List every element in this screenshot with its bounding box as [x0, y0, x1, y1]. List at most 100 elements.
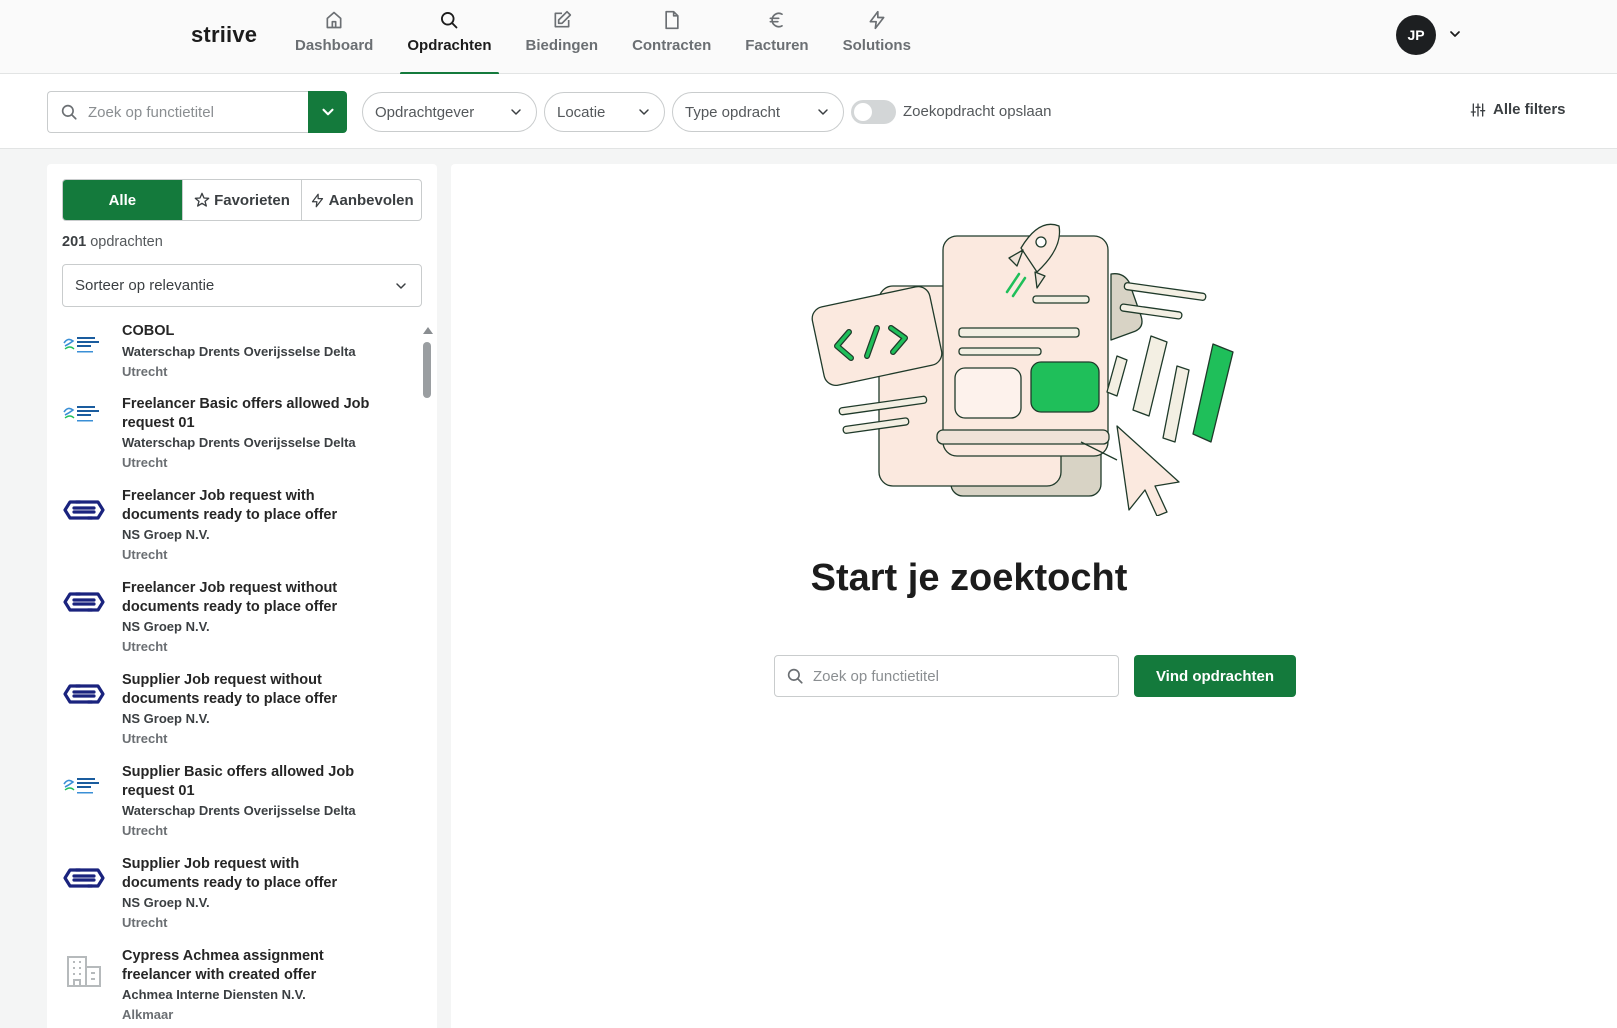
nav-label: Contracten — [632, 37, 712, 54]
locatie-filter[interactable]: Locatie — [544, 92, 665, 132]
item-client: NS Groep N.V. — [122, 527, 210, 542]
results-panel: Alle Favorieten Aanbevolen 201 opdrachte… — [47, 164, 437, 1028]
search-dropdown-button[interactable] — [308, 91, 347, 133]
nav-label: Opdrachten — [407, 37, 492, 54]
result-count-suffix: opdrachten — [86, 234, 163, 250]
nav-contracten[interactable]: Contracten — [615, 0, 728, 74]
result-count-number: 201 — [62, 234, 87, 250]
star-icon — [194, 192, 210, 207]
item-client: Waterschap Drents Overijsselse Delta — [122, 435, 356, 450]
tab-aanbevolen[interactable]: Aanbevolen — [302, 180, 421, 220]
type-opdracht-label: Type opdracht — [685, 103, 781, 121]
results-list: COBOL Waterschap Drents Overijsselse Del… — [47, 322, 437, 1028]
all-filters-button[interactable]: Alle filters — [1470, 101, 1566, 118]
list-tabs: Alle Favorieten Aanbevolen — [62, 179, 422, 221]
item-location: Utrecht — [122, 915, 168, 930]
item-title: Freelancer Job request without documents… — [122, 580, 338, 615]
scroll-up-arrow[interactable] — [423, 327, 433, 334]
item-location: Utrecht — [122, 639, 168, 654]
wdod-logo — [62, 330, 106, 360]
opdrachtgever-label: Opdrachtgever — [375, 103, 475, 121]
locatie-label: Locatie — [557, 103, 606, 121]
tab-alle[interactable]: Alle — [63, 180, 183, 220]
chevron-down-icon[interactable] — [1447, 26, 1463, 42]
item-location: Utrecht — [122, 364, 168, 379]
page-title: Start je zoektocht — [810, 557, 1128, 599]
edit-icon — [551, 9, 573, 31]
nav-dashboard[interactable]: Dashboard — [278, 0, 390, 74]
search-illustration — [811, 223, 1234, 516]
ns-logo — [62, 587, 106, 617]
sort-select[interactable]: Sorteer op relevantie — [62, 264, 422, 307]
chevron-down-icon — [396, 282, 406, 289]
list-item[interactable]: Freelancer Job request without documents… — [47, 579, 437, 671]
item-title: Cypress Achmea assignment freelancer wit… — [122, 948, 324, 983]
opdrachtgever-filter[interactable]: Opdrachtgever — [362, 92, 537, 132]
search-icon — [438, 9, 460, 31]
list-item[interactable]: COBOL Waterschap Drents Overijsselse Del… — [47, 322, 437, 395]
item-location: Alkmaar — [122, 1007, 174, 1022]
item-client: Waterschap Drents Overijsselse Delta — [122, 344, 356, 359]
chevron-down-icon — [511, 109, 521, 115]
search-icon — [786, 667, 804, 685]
wdod-logo — [62, 771, 106, 801]
nav-solutions[interactable]: Solutions — [826, 0, 928, 74]
item-client: NS Groep N.V. — [122, 711, 210, 726]
main-nav: Dashboard Opdrachten Biedingen Contracte… — [278, 0, 928, 75]
main-search-input[interactable] — [813, 667, 1103, 685]
list-item[interactable]: Supplier Job request without documents r… — [47, 671, 437, 763]
item-title: Supplier Job request with documents read… — [122, 856, 338, 891]
euro-icon — [766, 9, 788, 31]
nav-label: Dashboard — [295, 37, 374, 54]
item-client: NS Groep N.V. — [122, 619, 210, 634]
item-title: Freelancer Basic offers allowed Job requ… — [122, 396, 370, 431]
nav-biedingen[interactable]: Biedingen — [509, 0, 616, 74]
find-assignments-button[interactable]: Vind opdrachten — [1134, 655, 1296, 697]
item-client: Achmea Interne Diensten N.V. — [122, 987, 306, 1002]
bolt-icon — [866, 9, 888, 31]
tab-label: Aanbevolen — [328, 191, 414, 209]
item-location: Utrecht — [122, 455, 168, 470]
item-title: COBOL — [122, 323, 175, 339]
top-navigation: striive Dashboard Opdrachten Biedingen C… — [0, 0, 1617, 75]
results-scrollbar[interactable] — [422, 327, 433, 1028]
item-location: Utrecht — [122, 731, 168, 746]
user-avatar[interactable]: JP — [1396, 15, 1436, 55]
type-opdracht-filter[interactable]: Type opdracht — [672, 92, 844, 132]
list-item[interactable]: Supplier Job request with documents read… — [47, 855, 437, 947]
filter-bar: Opdrachtgever Locatie Type opdracht Zoek… — [0, 74, 1617, 149]
tab-label: Favorieten — [214, 191, 290, 209]
nav-facturen[interactable]: Facturen — [728, 0, 825, 74]
nav-opdrachten[interactable]: Opdrachten — [390, 0, 508, 75]
ns-logo — [62, 495, 106, 525]
search-icon — [60, 103, 78, 121]
item-title: Freelancer Job request with documents re… — [122, 488, 338, 523]
document-icon — [661, 9, 683, 31]
title-search-field[interactable] — [47, 91, 309, 133]
sliders-icon — [1470, 102, 1486, 117]
main-search-field[interactable] — [774, 655, 1119, 697]
chevron-down-icon — [321, 108, 334, 116]
save-search-toggle[interactable] — [851, 100, 896, 124]
chevron-down-icon — [818, 109, 828, 115]
chevron-down-icon — [639, 109, 649, 115]
list-item[interactable]: Supplier Basic offers allowed Job reques… — [47, 763, 437, 855]
item-location: Utrecht — [122, 547, 168, 562]
list-item[interactable]: Cypress Achmea assignment freelancer wit… — [47, 947, 437, 1028]
item-title: Supplier Basic offers allowed Job reques… — [122, 764, 355, 799]
striive-logo[interactable]: striive — [191, 22, 257, 48]
nav-label: Solutions — [842, 37, 911, 54]
tab-favorieten[interactable]: Favorieten — [183, 180, 303, 220]
item-title: Supplier Job request without documents r… — [122, 672, 338, 707]
ns-logo — [62, 863, 106, 893]
item-client: Waterschap Drents Overijsselse Delta — [122, 803, 356, 818]
list-item[interactable]: Freelancer Basic offers allowed Job requ… — [47, 395, 437, 487]
building-icon — [62, 953, 106, 989]
list-item[interactable]: Freelancer Job request with documents re… — [47, 487, 437, 579]
tab-label: Alle — [108, 191, 137, 209]
item-location: Utrecht — [122, 823, 168, 838]
title-search-input[interactable] — [88, 103, 298, 121]
scroll-thumb[interactable] — [423, 342, 431, 398]
toggle-knob — [854, 103, 872, 121]
wdod-logo — [62, 399, 106, 429]
